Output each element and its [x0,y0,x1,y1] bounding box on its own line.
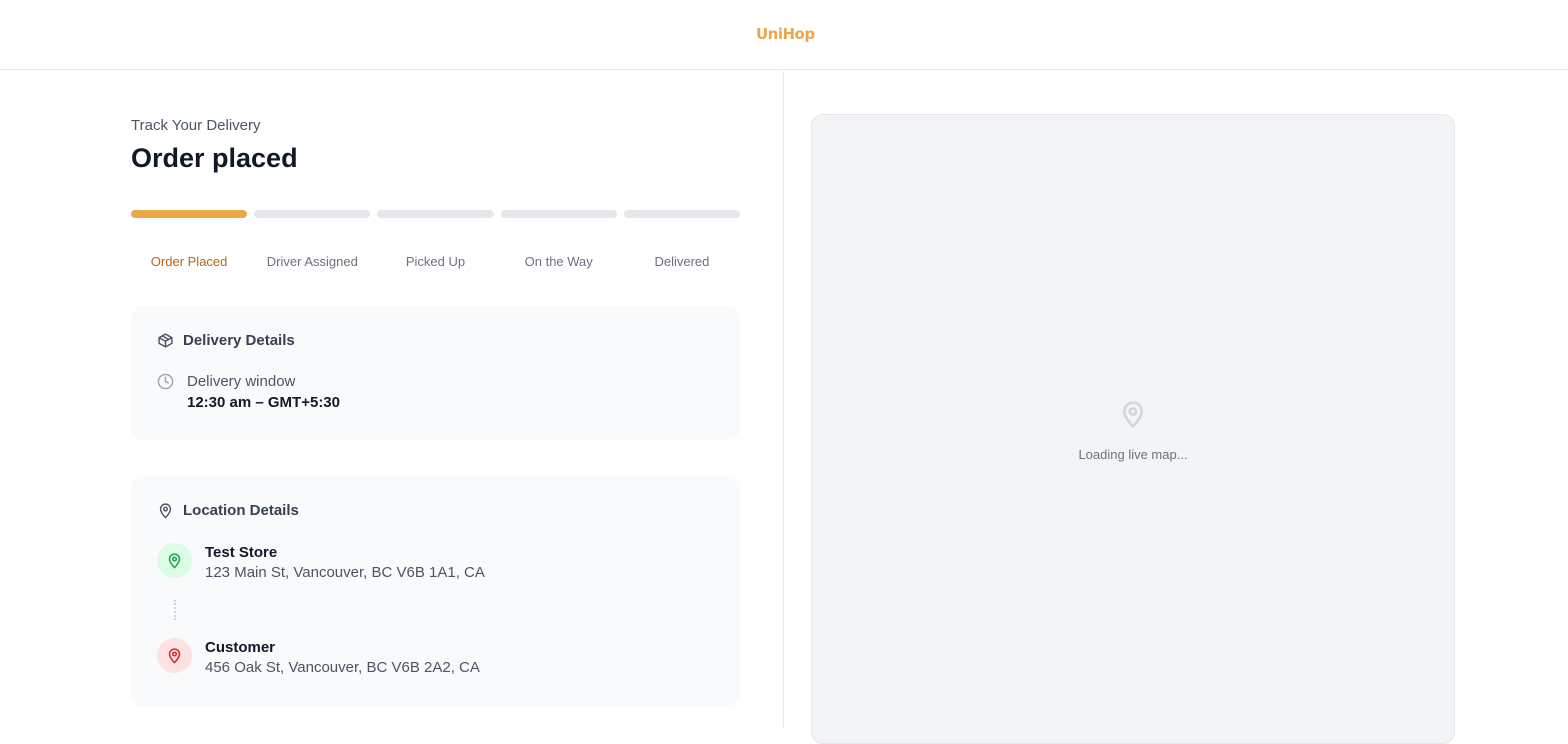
package-icon [158,333,173,348]
dropoff-badge [157,638,192,673]
location-details-card: Location Details Test Store 123 Main St,… [131,476,740,706]
progress-segment [254,210,371,218]
progress-bar [131,210,741,218]
customer-name: Customer [205,639,276,656]
map-pin-icon [159,503,172,519]
step-on-the-way: On the Way [524,254,593,269]
delivery-details-title: Delivery Details [183,332,295,349]
dropoff-pin-icon [168,648,181,664]
step-picked-up: Picked Up [405,254,466,269]
unihop-logo[interactable]: UniHop [756,16,815,52]
page-title: Order placed [131,143,298,173]
location-details-heading: Location Details [157,502,299,519]
step-order-placed: Order Placed [150,254,228,269]
top-bar: UniHop [0,0,1568,70]
map-placeholder-pin-icon [1123,401,1143,428]
route-connector [174,600,176,620]
delivery-details-heading: Delivery Details [157,332,295,349]
map-loading-text: Loading live map... [1078,447,1188,462]
logo-text: UniHop [756,25,815,43]
pickup-pin-icon [168,553,181,569]
pickup-badge [157,543,192,578]
clock-icon [157,373,174,390]
live-map[interactable]: Loading live map... [811,114,1455,744]
dropoff-location: Customer 456 Oak St, Vancouver, BC V6B 2… [157,638,480,676]
progress-segment [623,210,741,218]
pickup-location: Test Store 123 Main St, Vancouver, BC V6… [157,543,485,581]
customer-address: 456 Oak St, Vancouver, BC V6B 2A2, CA [205,659,480,676]
progress-segment [131,210,248,218]
page-subtitle: Track Your Delivery [131,117,261,134]
progress-steps: Order Placed Driver Assigned Picked Up O… [131,254,740,269]
step-delivered: Delivered [654,254,710,269]
delivery-window-label: Delivery window [187,373,296,390]
location-details-title: Location Details [183,502,299,519]
step-driver-assigned: Driver Assigned [266,254,358,269]
progress-segment [500,210,617,218]
store-name: Test Store [205,544,278,561]
delivery-window-value: 12:30 am – GMT+5:30 [187,394,340,411]
delivery-details-card: Delivery Details Delivery window 12:30 a… [131,306,740,440]
tracking-panel: Track Your Delivery Order placed Order P… [0,71,784,728]
progress-segment [377,210,494,218]
map-panel: Loading live map... [785,71,1568,744]
store-address: 123 Main St, Vancouver, BC V6B 1A1, CA [205,564,485,581]
